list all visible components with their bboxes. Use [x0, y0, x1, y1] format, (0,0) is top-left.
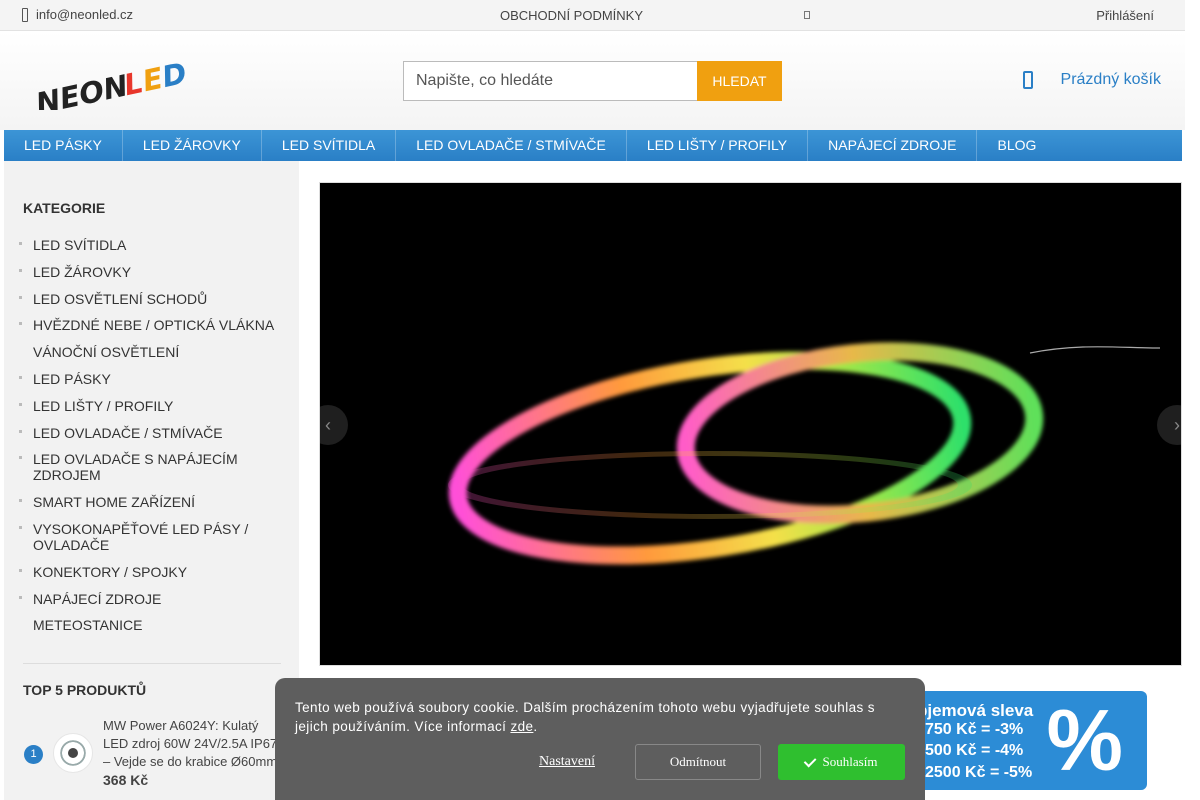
cookie-accept-button[interactable]: Souhlasím [778, 744, 905, 780]
nav-item-led-listy[interactable]: LED LIŠTY / PROFILY [627, 130, 809, 161]
category-item[interactable]: LED ŽÁROVKY [19, 264, 281, 280]
top-product-item[interactable]: 1 MW Power A6024Y: Kulatý LED zdroj 60W … [23, 717, 293, 797]
category-item[interactable]: LED OVLADAČE / STMÍVAČE [19, 425, 281, 441]
cookie-message-text: Tento web používá soubory cookie. Dalším… [295, 700, 875, 734]
hero-image [448, 342, 1161, 565]
page: info@neonled.cz OBCHODNÍ PODMÍNKY Přihlá… [0, 0, 1200, 800]
hero-slider[interactable]: ‹ › [319, 182, 1182, 666]
category-item[interactable]: LED OSVĚTLENÍ SCHODŮ [19, 291, 281, 307]
category-item[interactable]: KONEKTORY / SPOJKY [19, 564, 281, 580]
sidebar-divider [23, 663, 281, 664]
cart[interactable]: Prázdný košík [1022, 71, 1161, 89]
contact-email[interactable]: info@neonled.cz [22, 7, 133, 22]
product-rank-badge: 1 [24, 745, 43, 764]
contact-email-text[interactable]: info@neonled.cz [36, 7, 133, 22]
search-form: HLEDAT [403, 61, 782, 101]
top-products-title: TOP 5 PRODUKTŮ [23, 682, 147, 698]
search-button[interactable]: HLEDAT [697, 61, 782, 101]
cookie-consent: Tento web používá soubory cookie. Dalším… [275, 678, 925, 800]
banner-heading: bjemová sleva [917, 701, 1034, 720]
terms-link[interactable]: OBCHODNÍ PODMÍNKY [500, 8, 643, 23]
nav-item-led-svitidla[interactable]: LED SVÍTIDLA [262, 130, 397, 161]
search-input[interactable] [403, 61, 697, 101]
category-item[interactable]: VYSOKONAPĚŤOVÉ LED PÁSY / OVLADAČE [19, 521, 281, 553]
volume-discount-banner[interactable]: bjemová sleva 750 Kč = -3% 500 Kč = -4% … [905, 691, 1147, 790]
nav-item-napajeci-zdroje[interactable]: NAPÁJECÍ ZDROJE [808, 130, 978, 161]
svg-text:NEON: NEON [33, 68, 131, 110]
cookie-accept-label: Souhlasím [822, 754, 878, 769]
phone-icon [22, 7, 28, 22]
banner-line: 2500 Kč = -5% [925, 764, 1033, 781]
cookie-message: Tento web používá soubory cookie. Dalším… [295, 698, 895, 736]
product-price: 368 Kč [103, 772, 149, 788]
nav-item-blog[interactable]: BLOG [977, 130, 1056, 161]
sidebar: KATEGORIE LED SVÍTIDLA LED ŽÁROVKY LED O… [4, 161, 299, 800]
small-icon [804, 11, 810, 19]
login-link[interactable]: Přihlášení [1096, 8, 1154, 23]
category-item[interactable]: LED PÁSKY [19, 371, 281, 387]
nav-item-led-pasky[interactable]: LED PÁSKY [4, 130, 123, 161]
cart-icon [1022, 71, 1033, 89]
check-icon [803, 754, 816, 767]
category-item[interactable]: METEOSTANICE [19, 617, 281, 633]
category-item[interactable]: LED LIŠTY / PROFILY [19, 398, 281, 414]
cookie-reject-button[interactable]: Odmítnout [635, 744, 761, 780]
cart-label[interactable]: Prázdný košík [1061, 71, 1161, 89]
cookie-message-end: . [533, 719, 538, 734]
product-name[interactable]: MW Power A6024Y: Kulatý LED zdroj 60W 24… [103, 717, 285, 771]
category-item[interactable]: LED SVÍTIDLA [19, 237, 281, 253]
categories-title: KATEGORIE [23, 200, 106, 216]
nav-item-led-zarovky[interactable]: LED ŽÁROVKY [123, 130, 262, 161]
product-thumbnail[interactable] [53, 733, 93, 773]
cookie-settings-link[interactable]: Nastavení [539, 754, 595, 770]
cookie-info-link[interactable]: zde [510, 719, 533, 734]
category-item[interactable]: LED OVLADAČE S NAPÁJECÍM ZDROJEM [19, 451, 281, 483]
header: NEON L E D HLEDAT Prázdný košík [0, 31, 1185, 130]
category-item[interactable]: NAPÁJECÍ ZDROJE [19, 591, 281, 607]
nav-item-led-ovladace[interactable]: LED OVLADAČE / STMÍVAČE [396, 130, 627, 161]
category-item[interactable]: VÁNOČNÍ OSVĚTLENÍ [19, 344, 281, 360]
site-logo[interactable]: NEON L E D [25, 50, 200, 121]
top-bar: info@neonled.cz OBCHODNÍ PODMÍNKY Přihlá… [0, 0, 1185, 31]
banner-line: 500 Kč = -4% [925, 742, 1024, 759]
percent-sign: % [1046, 693, 1123, 789]
category-list: LED SVÍTIDLA LED ŽÁROVKY LED OSVĚTLENÍ S… [19, 237, 281, 644]
main-nav: LED PÁSKY LED ŽÁROVKY LED SVÍTIDLA LED O… [4, 130, 1182, 161]
banner-line: 750 Kč = -3% [925, 721, 1024, 738]
category-item[interactable]: HVĚZDNÉ NEBE / OPTICKÁ VLÁKNA [19, 317, 281, 333]
category-item[interactable]: SMART HOME ZAŘÍZENÍ [19, 494, 281, 510]
